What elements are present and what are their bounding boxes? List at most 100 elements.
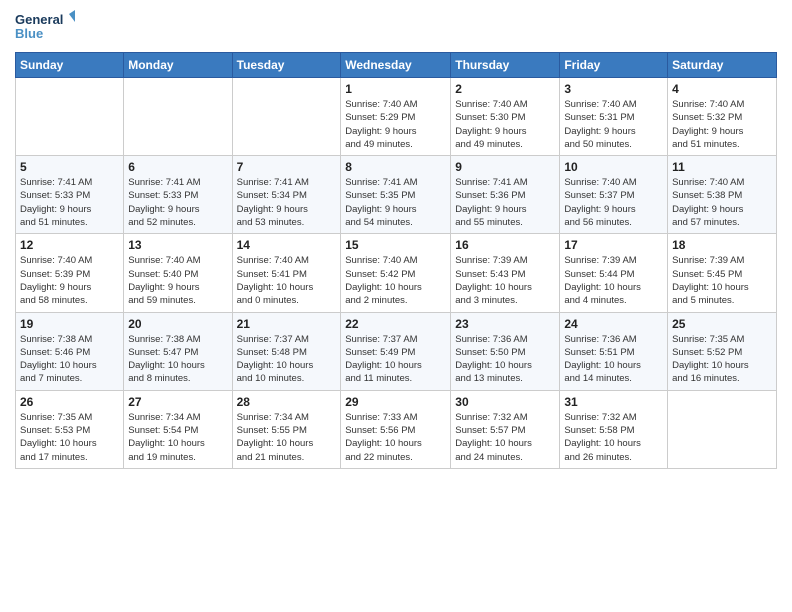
day-info: Sunrise: 7:39 AM Sunset: 5:44 PM Dayligh… (564, 254, 663, 307)
day-info: Sunrise: 7:40 AM Sunset: 5:41 PM Dayligh… (237, 254, 337, 307)
weekday-wednesday: Wednesday (341, 53, 451, 78)
day-info: Sunrise: 7:40 AM Sunset: 5:40 PM Dayligh… (128, 254, 227, 307)
day-number: 19 (20, 317, 119, 331)
weekday-saturday: Saturday (668, 53, 777, 78)
day-number: 4 (672, 82, 772, 96)
calendar-cell: 2Sunrise: 7:40 AM Sunset: 5:30 PM Daylig… (451, 78, 560, 156)
calendar-cell: 20 Sunrise: 7:38 AM Sunset: 5:47 PM Dayli… (124, 312, 232, 390)
calendar-cell: 14 Sunrise: 7:40 AM Sunset: 5:41 PM Dayli… (232, 234, 341, 312)
calendar-cell (16, 78, 124, 156)
calendar-cell: 12 Sunrise: 7:40 AM Sunset: 5:39 PM Dayli… (16, 234, 124, 312)
day-number: 20 (128, 317, 227, 331)
calendar-cell: 9 Sunrise: 7:41 AM Sunset: 5:36 PM Daylig… (451, 156, 560, 234)
day-info: Sunrise: 7:41 AM Sunset: 5:34 PM Dayligh… (237, 176, 337, 229)
calendar-cell: 22 Sunrise: 7:37 AM Sunset: 5:49 PM Dayli… (341, 312, 451, 390)
day-info: Sunrise: 7:36 AM Sunset: 5:51 PM Dayligh… (564, 333, 663, 386)
calendar-cell: 1 Sunrise: 7:40 AM Sunset: 5:29 PM Daylig… (341, 78, 451, 156)
week-row-4: 19Sunrise: 7:38 AM Sunset: 5:46 PM Dayli… (16, 312, 777, 390)
week-row-5: 26 Sunrise: 7:35 AM Sunset: 5:53 PM Dayli… (16, 390, 777, 468)
calendar-cell: 24 Sunrise: 7:36 AM Sunset: 5:51 PM Dayli… (560, 312, 668, 390)
calendar-cell (232, 78, 341, 156)
day-info: Sunrise: 7:33 AM Sunset: 5:56 PM Dayligh… (345, 411, 446, 464)
day-info: Sunrise: 7:39 AM Sunset: 5:45 PM Dayligh… (672, 254, 772, 307)
day-info: Sunrise: 7:41 AM Sunset: 5:33 PM Dayligh… (128, 176, 227, 229)
day-number: 24 (564, 317, 663, 331)
day-number: 7 (237, 160, 337, 174)
weekday-tuesday: Tuesday (232, 53, 341, 78)
day-info: Sunrise: 7:40 AM Sunset: 5:42 PM Dayligh… (345, 254, 446, 307)
logo: General Blue (15, 10, 75, 44)
calendar-cell: 19Sunrise: 7:38 AM Sunset: 5:46 PM Dayli… (16, 312, 124, 390)
calendar-cell: 21Sunrise: 7:37 AM Sunset: 5:48 PM Dayli… (232, 312, 341, 390)
day-info: Sunrise: 7:38 AM Sunset: 5:47 PM Dayligh… (128, 333, 227, 386)
logo-svg: General Blue (15, 10, 75, 44)
day-info: Sunrise: 7:40 AM Sunset: 5:32 PM Dayligh… (672, 98, 772, 151)
calendar-cell: 27 Sunrise: 7:34 AM Sunset: 5:54 PM Dayli… (124, 390, 232, 468)
day-number: 12 (20, 238, 119, 252)
week-row-3: 12 Sunrise: 7:40 AM Sunset: 5:39 PM Dayli… (16, 234, 777, 312)
calendar-cell: 18 Sunrise: 7:39 AM Sunset: 5:45 PM Dayli… (668, 234, 777, 312)
day-number: 15 (345, 238, 446, 252)
day-number: 8 (345, 160, 446, 174)
weekday-friday: Friday (560, 53, 668, 78)
day-number: 14 (237, 238, 337, 252)
weekday-sunday: Sunday (16, 53, 124, 78)
day-number: 18 (672, 238, 772, 252)
weekday-thursday: Thursday (451, 53, 560, 78)
calendar-cell (124, 78, 232, 156)
calendar-cell: 4 Sunrise: 7:40 AM Sunset: 5:32 PM Daylig… (668, 78, 777, 156)
day-number: 5 (20, 160, 119, 174)
calendar-cell (668, 390, 777, 468)
day-info: Sunrise: 7:32 AM Sunset: 5:57 PM Dayligh… (455, 411, 555, 464)
day-info: Sunrise: 7:35 AM Sunset: 5:52 PM Dayligh… (672, 333, 772, 386)
day-info: Sunrise: 7:40 AM Sunset: 5:30 PM Dayligh… (455, 98, 555, 151)
day-info: Sunrise: 7:40 AM Sunset: 5:38 PM Dayligh… (672, 176, 772, 229)
calendar-cell: 28Sunrise: 7:34 AM Sunset: 5:55 PM Dayli… (232, 390, 341, 468)
calendar-cell: 17 Sunrise: 7:39 AM Sunset: 5:44 PM Dayli… (560, 234, 668, 312)
calendar-cell: 31 Sunrise: 7:32 AM Sunset: 5:58 PM Dayli… (560, 390, 668, 468)
day-number: 3 (564, 82, 663, 96)
day-info: Sunrise: 7:40 AM Sunset: 5:29 PM Dayligh… (345, 98, 446, 151)
day-number: 16 (455, 238, 555, 252)
day-info: Sunrise: 7:35 AM Sunset: 5:53 PM Dayligh… (20, 411, 119, 464)
day-info: Sunrise: 7:40 AM Sunset: 5:39 PM Dayligh… (20, 254, 119, 307)
day-info: Sunrise: 7:41 AM Sunset: 5:35 PM Dayligh… (345, 176, 446, 229)
calendar-cell: 8 Sunrise: 7:41 AM Sunset: 5:35 PM Daylig… (341, 156, 451, 234)
day-number: 27 (128, 395, 227, 409)
day-info: Sunrise: 7:34 AM Sunset: 5:54 PM Dayligh… (128, 411, 227, 464)
day-number: 13 (128, 238, 227, 252)
calendar-cell: 25 Sunrise: 7:35 AM Sunset: 5:52 PM Dayli… (668, 312, 777, 390)
day-info: Sunrise: 7:40 AM Sunset: 5:37 PM Dayligh… (564, 176, 663, 229)
calendar-cell: 10Sunrise: 7:40 AM Sunset: 5:37 PM Dayli… (560, 156, 668, 234)
day-number: 30 (455, 395, 555, 409)
calendar-cell: 26 Sunrise: 7:35 AM Sunset: 5:53 PM Dayli… (16, 390, 124, 468)
day-info: Sunrise: 7:41 AM Sunset: 5:33 PM Dayligh… (20, 176, 119, 229)
day-info: Sunrise: 7:37 AM Sunset: 5:48 PM Dayligh… (237, 333, 337, 386)
calendar-cell: 3Sunrise: 7:40 AM Sunset: 5:31 PM Daylig… (560, 78, 668, 156)
day-info: Sunrise: 7:34 AM Sunset: 5:55 PM Dayligh… (237, 411, 337, 464)
calendar-cell: 16 Sunrise: 7:39 AM Sunset: 5:43 PM Dayli… (451, 234, 560, 312)
day-info: Sunrise: 7:39 AM Sunset: 5:43 PM Dayligh… (455, 254, 555, 307)
calendar-cell: 13 Sunrise: 7:40 AM Sunset: 5:40 PM Dayli… (124, 234, 232, 312)
day-info: Sunrise: 7:41 AM Sunset: 5:36 PM Dayligh… (455, 176, 555, 229)
calendar-cell: 5 Sunrise: 7:41 AM Sunset: 5:33 PM Daylig… (16, 156, 124, 234)
week-row-2: 5 Sunrise: 7:41 AM Sunset: 5:33 PM Daylig… (16, 156, 777, 234)
day-number: 11 (672, 160, 772, 174)
day-info: Sunrise: 7:32 AM Sunset: 5:58 PM Dayligh… (564, 411, 663, 464)
calendar-cell: 29Sunrise: 7:33 AM Sunset: 5:56 PM Dayli… (341, 390, 451, 468)
day-number: 17 (564, 238, 663, 252)
calendar-cell: 7 Sunrise: 7:41 AM Sunset: 5:34 PM Daylig… (232, 156, 341, 234)
weekday-monday: Monday (124, 53, 232, 78)
page: General Blue SundayMondayTuesdayWednesda… (0, 0, 792, 612)
day-number: 31 (564, 395, 663, 409)
day-number: 6 (128, 160, 227, 174)
day-number: 25 (672, 317, 772, 331)
day-number: 1 (345, 82, 446, 96)
day-number: 26 (20, 395, 119, 409)
calendar: SundayMondayTuesdayWednesdayThursdayFrid… (15, 52, 777, 469)
day-number: 9 (455, 160, 555, 174)
day-number: 22 (345, 317, 446, 331)
calendar-cell: 11 Sunrise: 7:40 AM Sunset: 5:38 PM Dayli… (668, 156, 777, 234)
day-info: Sunrise: 7:36 AM Sunset: 5:50 PM Dayligh… (455, 333, 555, 386)
day-info: Sunrise: 7:37 AM Sunset: 5:49 PM Dayligh… (345, 333, 446, 386)
